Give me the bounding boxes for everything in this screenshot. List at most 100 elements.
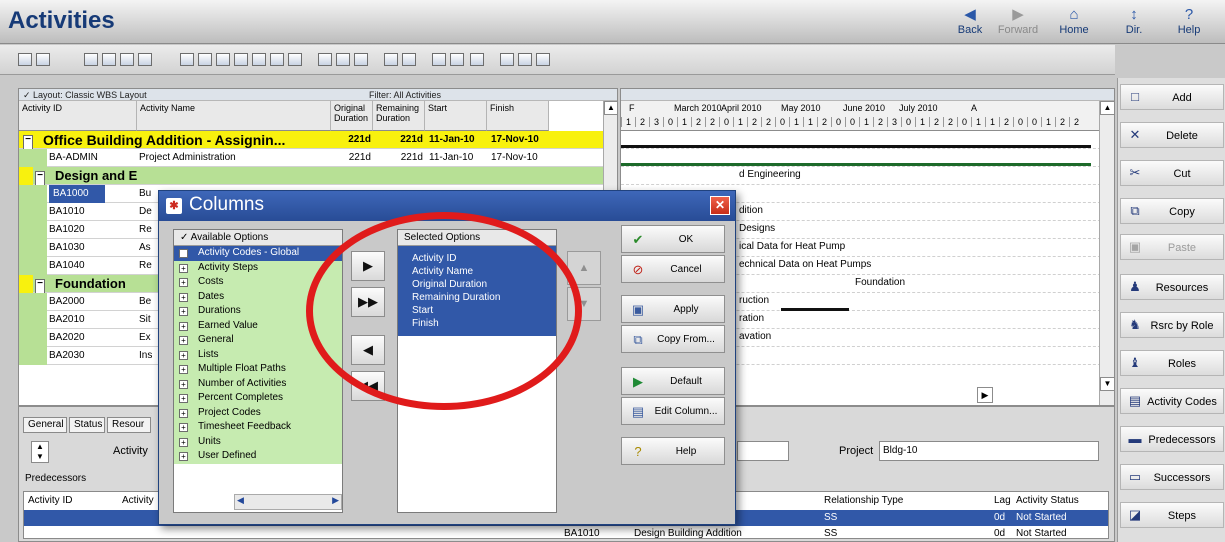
sidebar-cut-button[interactable]: ✂ Cut [1120,160,1224,186]
scroll-up-icon[interactable]: ▲ [604,101,617,115]
toolbar-tool-icon[interactable] [336,53,350,66]
tab-status[interactable]: Status [69,417,105,433]
expand-icon[interactable]: + [179,379,188,389]
sidebar-add-button[interactable]: □ Add [1120,84,1224,110]
option-item[interactable]: + Number of Activities [174,376,342,391]
expand-icon[interactable]: + [179,350,188,360]
sidebar-resources-button[interactable]: ♟ Resources [1120,274,1224,300]
toolbar-tool-icon[interactable] [18,53,32,66]
sidebar-activity-codes-button[interactable]: ▤ Activity Codes [1120,388,1224,414]
tab-general[interactable]: General [23,417,67,433]
hscroll-right-icon[interactable]: ▶ [332,495,339,506]
expand-icon[interactable]: + [179,278,188,287]
toolbar-tool-icon[interactable] [252,53,266,66]
option-item[interactable]: + Percent Completes [174,391,342,406]
toolbar-tool-icon[interactable] [318,53,332,66]
toolbar-tool-icon[interactable] [84,53,98,66]
hscroll-left-icon[interactable]: ◀ [237,495,244,506]
expand-icon[interactable]: + [179,263,188,273]
nav-forward-button[interactable]: ▶ Forward [994,6,1042,36]
toolbar-tool-icon[interactable] [288,53,302,66]
sidebar-delete-button[interactable]: ✕ Delete [1120,122,1224,148]
layout-selector[interactable]: ✓ Layout: Classic WBS Layout [19,89,329,101]
table-row[interactable]: − Office Building Addition - Assignin... 2… [19,131,617,153]
toolbar-tool-icon[interactable] [180,53,194,66]
table-row[interactable]: BA-ADMIN Project Administration 221d 221d 11… [19,149,617,167]
expand-icon[interactable]: + [179,437,188,447]
toolbar-tool-icon[interactable] [234,53,248,66]
expand-icon[interactable]: + [179,408,188,418]
table-row[interactable]: BA1010 Design Building Addition SS 0d Not St… [24,526,1108,538]
toolbar-tool-icon[interactable] [500,53,514,66]
filter-label[interactable]: Filter: All Activities [329,89,617,101]
option-item[interactable]: + Activity Codes - Global [174,246,342,261]
toolbar-tool-icon[interactable] [432,53,446,66]
sidebar-steps-button[interactable]: ◪ Steps [1120,502,1224,528]
col-activity-status[interactable]: Activity Status [1016,495,1079,506]
nav-back-button[interactable]: ◀ Back [946,6,994,36]
gantt-scrollbar[interactable]: ▲ ▼ [1099,101,1114,405]
toolbar-tool-icon[interactable] [120,53,134,66]
copy-from-button[interactable]: ⧉ Copy From... [621,325,725,353]
col-activity-id[interactable]: Activity ID [28,495,72,506]
available-hscrollbar[interactable]: ◀ ▶ [234,494,342,510]
predecessors-tab[interactable]: Predecessors [25,473,86,484]
expand-icon[interactable]: + [179,365,188,374]
cancel-button[interactable]: ⊘ Cancel [621,255,725,283]
option-item[interactable]: + User Defined [174,449,342,464]
option-item[interactable]: + Timesheet Feedback [174,420,342,435]
details-spinner[interactable]: ▲ ▼ [31,441,49,463]
expand-icon[interactable]: + [179,307,188,316]
col-activity[interactable]: Activity [122,495,154,506]
toolbar-tool-icon[interactable] [450,53,464,66]
help-button[interactable]: ? Help [621,437,725,465]
apply-button[interactable]: ▣ Apply [621,295,725,323]
expand-icon[interactable]: + [179,249,188,258]
expand-icon[interactable]: + [179,321,188,331]
gantt-scroll-up-icon[interactable]: ▲ [1100,101,1114,115]
toolbar-tool-icon[interactable] [354,53,368,66]
close-icon[interactable]: ✕ [710,196,730,215]
option-item[interactable]: + Project Codes [174,405,342,420]
expand-icon[interactable]: + [179,452,188,461]
expand-icon[interactable]: + [179,423,188,432]
col-header-start[interactable]: Start [425,101,487,131]
toolbar-tool-icon[interactable] [536,53,550,66]
table-row[interactable]: − Design and E [19,167,617,189]
default-button[interactable]: ▶ Default [621,367,725,395]
expand-icon[interactable]: + [179,292,188,302]
sidebar-rsrc-by-role-button[interactable]: ♞ Rsrc by Role [1120,312,1224,338]
col-header-finish[interactable]: Finish [487,101,549,131]
col-header-remaining-duration[interactable]: Remaining Duration [373,101,425,131]
col-header-activity-name[interactable]: Activity Name [137,101,331,131]
toolbar-tool-icon[interactable] [470,53,484,66]
expand-icon[interactable]: + [179,394,188,403]
sidebar-roles-button[interactable]: ♝ Roles [1120,350,1224,376]
col-lag[interactable]: Lag [994,495,1011,506]
sidebar-paste-button[interactable]: ▣ Paste [1120,234,1224,260]
sidebar-copy-button[interactable]: ⧉ Copy [1120,198,1224,224]
gantt-hscroll-right-icon[interactable]: ▶ [977,387,993,403]
toolbar-tool-icon[interactable] [102,53,116,66]
toolbar-tool-icon[interactable] [384,53,398,66]
toolbar-tool-icon[interactable] [270,53,284,66]
nav-help-button[interactable]: ? Help [1165,6,1213,36]
toolbar-tool-icon[interactable] [36,53,50,66]
col-header-activity-id[interactable]: Activity ID [19,101,137,131]
option-item[interactable]: + Multiple Float Paths [174,362,342,377]
edit-column-button[interactable]: ▤ Edit Column... [621,397,725,425]
option-item[interactable]: + Units [174,434,342,449]
toolbar-tool-icon[interactable] [138,53,152,66]
sidebar-predecessors-button[interactable]: ▬ Predecessors [1120,426,1224,452]
col-header-original-duration[interactable]: Original Duration [331,101,373,131]
toolbar-tool-icon[interactable] [402,53,416,66]
col-relationship-type[interactable]: Relationship Type [824,495,903,506]
toolbar-tool-icon[interactable] [518,53,532,66]
tab-resour[interactable]: Resour [107,417,151,433]
expand-icon[interactable]: + [179,336,188,345]
gantt-scroll-down-icon[interactable]: ▼ [1100,377,1114,391]
toolbar-tool-icon[interactable] [216,53,230,66]
toolbar-tool-icon[interactable] [198,53,212,66]
activity-field[interactable] [737,441,789,461]
ok-button[interactable]: ✔ OK [621,225,725,253]
